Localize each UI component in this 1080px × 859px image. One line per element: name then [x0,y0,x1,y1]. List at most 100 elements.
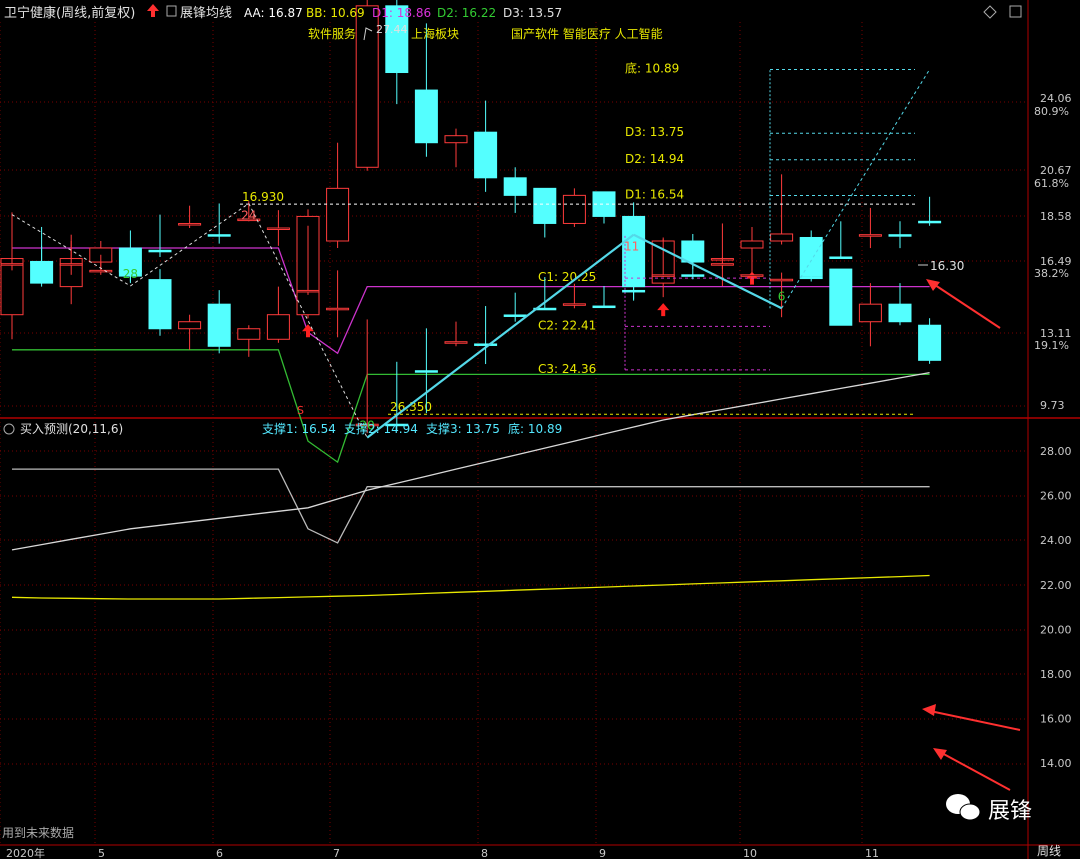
main-candle-body-8 [237,328,261,340]
indicator-name: 展锋均线 [180,6,232,21]
period-label: 周线 [1037,844,1061,858]
value-d3: D3: 13.57 [503,6,562,20]
main-candle-body-18 [533,187,557,224]
wave-count-28: 28 [123,267,138,281]
sub-candle-body-10 [296,289,320,293]
main-y-pct-1: 61.8% [1034,177,1069,190]
level-label-D21494: D2: 14.94 [625,152,684,166]
sub-candle-body-20 [592,305,616,309]
future-data-note: 用到未来数据 [2,825,74,840]
level-label-C12025: C1: 20.25 [538,270,596,284]
sub-title: 买入预测(20,11,6) [20,422,123,436]
x-tick-1: 5 [98,847,105,859]
main-y-pct-0: 80.9% [1034,105,1069,118]
sub-candle-body-31 [918,220,942,224]
main-candle-body-15 [444,135,468,144]
last-price-label: 16.30 [930,259,964,273]
sub-y-tick-7: 14.00 [1040,757,1072,770]
sub-candle-body-5 [148,249,172,253]
support-bottom: 底: 10.89 [508,421,562,436]
x-tick-0: 2020年 [6,846,45,859]
main-candle-body-17 [503,177,527,196]
main-candle-body-28 [829,268,853,326]
sub-candle-body-26 [770,278,794,282]
main-y-tick-1: 20.67 [1040,164,1072,177]
main-candle-body-31 [918,324,942,361]
main-candle-body-7 [207,303,231,347]
sub-candle-body-17 [503,314,527,317]
sub-candle-body-16 [474,343,498,346]
level-label-1089: 底: 10.89 [625,60,679,75]
support-1: 支撑1: 16.54 [262,421,336,436]
stock-chart[interactable]: 26.35016.930C3: 24.36C2: 22.41C1: 20.25D… [0,0,1080,859]
sub-candle-body-0 [0,263,24,266]
concept-tags: 国产软件 智能医疗 人工智能 [511,26,663,41]
level-label-D11654: D1: 16.54 [625,187,684,201]
main-candle-body-5 [148,279,172,330]
main-candle-body-9 [266,314,290,340]
sub-candle-body-28 [829,256,853,259]
main-candle-body-12 [355,5,379,168]
sub-candle-body-25 [740,274,764,277]
x-tick-6: 10 [743,847,757,859]
x-tick-5: 9 [599,847,606,859]
main-candle-body-11 [326,187,350,242]
main-y-tick-2: 18.58 [1040,210,1072,223]
wave-count-11: 11 [624,240,639,254]
sub-y-tick-6: 16.00 [1040,713,1072,726]
value-bb: BB: 10.69 [306,6,365,20]
sub-candle-body-15 [444,341,468,344]
main-candle-body-29 [858,303,882,323]
level-label-D31375: D3: 13.75 [625,125,684,139]
level-label-C32436: C3: 24.36 [538,362,596,376]
main-candle-body-6 [178,321,202,330]
main-candle-body-16 [474,131,498,179]
sub-y-tick-5: 18.00 [1040,668,1072,681]
sub-candle-body-2 [59,263,83,266]
sell-signal-s: S [297,404,304,417]
main-candle-body-19 [562,194,586,224]
sub-y-tick-3: 22.00 [1040,579,1072,592]
peak-price-label: 27.44 [376,23,408,36]
level-label-C22241: C2: 22.41 [538,318,596,332]
main-y-tick-0: 24.06 [1040,92,1072,105]
value-d1: D1: 18.86 [372,6,431,20]
sub-candle-body-3 [89,269,113,273]
sub-candle-body-9 [266,227,290,230]
main-candle-body-25 [740,240,764,249]
sub-candle-body-22 [651,274,675,277]
sub-y-tick-2: 24.00 [1040,534,1072,547]
main-candle-body-30 [888,303,912,323]
value-d2: D2: 16.22 [437,6,496,20]
sub-candle-body-1 [30,260,54,264]
watermark-text: 展锋 [988,799,1032,824]
sub-candle-body-23 [681,274,705,277]
x-tick-4: 8 [481,847,488,859]
stock-title: 卫宁健康(周线,前复权) [4,5,135,21]
x-tick-7: 11 [865,847,879,859]
support-3: 支撑3: 13.75 [426,421,500,436]
main-y-tick-5: 9.73 [1040,399,1065,412]
value-aa: AA: 16.87 [244,6,303,20]
sub-candle-body-27 [799,276,823,280]
main-candle-body-26 [770,233,794,242]
sub-candle-body-24 [710,263,734,266]
concept-shanghai: 上海板块 [411,26,459,41]
sub-candle-body-6 [178,223,202,226]
sub-y-tick-4: 20.00 [1040,623,1072,636]
sub-candle-body-11 [326,307,350,311]
concept-software: 软件服务 [308,26,356,41]
x-tick-3: 7 [333,847,340,859]
sub-y-tick-0: 28.00 [1040,445,1072,458]
sub-candle-body-19 [562,303,586,306]
wave-count-6: 6 [778,289,786,303]
sub-candle-body-30 [888,234,912,237]
wave-count-24: 24 [241,208,256,222]
main-y-pct-3: 19.1% [1034,339,1069,352]
sub-candle-body-29 [858,234,882,237]
sub-candle-body-21 [622,289,646,293]
main-candle-body-14 [414,89,438,144]
sub-candle-body-7 [207,234,231,237]
sub-y-tick-1: 26.00 [1040,490,1072,503]
x-tick-2: 6 [216,847,223,859]
